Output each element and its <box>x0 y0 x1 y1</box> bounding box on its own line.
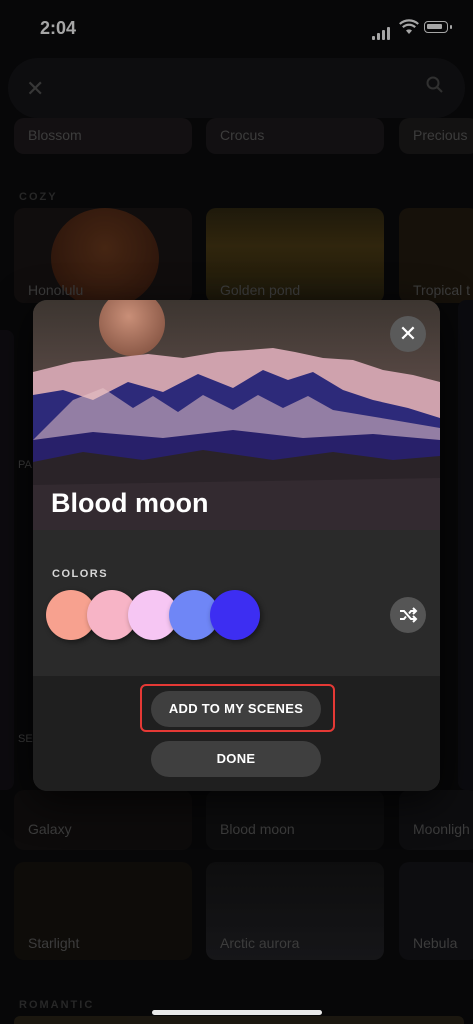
highlight-box <box>140 684 335 732</box>
home-indicator[interactable] <box>152 1010 322 1015</box>
shuffle-button[interactable] <box>390 597 426 633</box>
done-button[interactable]: DONE <box>151 741 321 777</box>
close-icon: ✕ <box>398 321 418 346</box>
color-swatch[interactable] <box>210 590 260 640</box>
colors-label: COLORS <box>52 568 109 580</box>
close-button[interactable]: ✕ <box>390 316 426 352</box>
shuffle-icon <box>400 607 418 623</box>
scene-title: Blood moon <box>51 488 209 518</box>
